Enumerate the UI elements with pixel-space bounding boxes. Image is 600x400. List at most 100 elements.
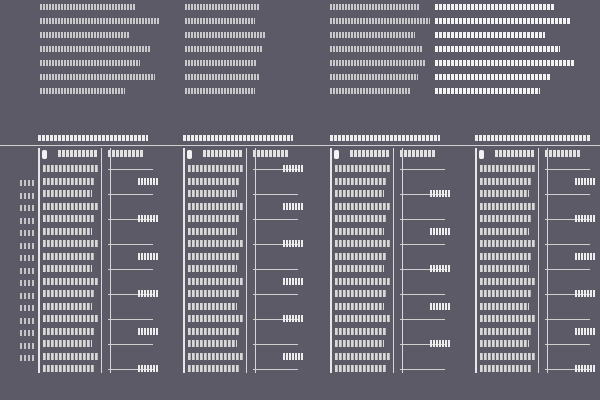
section-divider xyxy=(0,145,600,146)
row-value xyxy=(575,365,595,372)
top-text-line xyxy=(435,46,560,52)
row-label xyxy=(43,177,95,185)
row-tick xyxy=(253,269,298,270)
row-label xyxy=(480,215,532,222)
row-tick xyxy=(545,319,590,320)
row-label xyxy=(43,352,98,360)
column-header xyxy=(400,150,435,157)
header-handle[interactable] xyxy=(479,150,484,159)
row-value xyxy=(283,352,303,360)
row-value xyxy=(430,340,450,347)
row-label xyxy=(335,215,387,222)
row-tick xyxy=(253,194,298,195)
panel-header-text xyxy=(475,135,590,141)
top-text-line xyxy=(185,88,255,94)
row-label xyxy=(43,165,98,172)
panel-separator xyxy=(110,148,111,373)
row-label xyxy=(335,327,387,335)
row-label xyxy=(480,165,535,172)
row-label xyxy=(335,352,390,360)
top-text-line xyxy=(185,74,259,80)
row-label xyxy=(335,340,384,347)
row-tick xyxy=(108,319,153,320)
row-label xyxy=(480,277,535,285)
row-label xyxy=(188,302,237,310)
row-index xyxy=(20,180,34,186)
top-text-line xyxy=(330,88,410,94)
row-index xyxy=(20,255,34,261)
row-tick xyxy=(400,219,445,220)
row-label xyxy=(480,190,529,197)
row-tick xyxy=(253,369,298,370)
row-tick xyxy=(400,319,445,320)
row-label xyxy=(43,327,95,335)
top-text-line xyxy=(435,74,550,80)
panel-separator xyxy=(255,148,256,373)
row-label xyxy=(188,177,240,185)
row-tick xyxy=(545,344,590,345)
row-label xyxy=(188,215,240,222)
row-label xyxy=(480,302,529,310)
column-header xyxy=(108,150,143,157)
top-text-line xyxy=(185,46,263,52)
row-index xyxy=(20,230,34,236)
column-header xyxy=(350,150,390,157)
top-text-line xyxy=(330,18,430,24)
panel-separator xyxy=(402,148,403,373)
row-value xyxy=(430,302,450,310)
row-label xyxy=(335,365,387,372)
row-value xyxy=(283,202,303,210)
row-tick xyxy=(545,194,590,195)
row-index xyxy=(20,292,34,299)
top-text-line xyxy=(40,60,140,66)
top-text-line xyxy=(330,4,420,10)
row-label xyxy=(188,290,240,297)
panel-separator xyxy=(393,148,394,373)
panel-separator xyxy=(547,148,548,373)
row-value xyxy=(138,327,158,335)
top-text-line xyxy=(40,46,150,52)
header-handle[interactable] xyxy=(42,150,47,159)
row-label xyxy=(188,365,240,372)
row-tick xyxy=(253,294,298,295)
top-text-line xyxy=(435,88,540,94)
row-label xyxy=(335,277,390,285)
panel-separator xyxy=(183,148,185,373)
row-value xyxy=(575,252,595,260)
row-value xyxy=(138,365,158,372)
row-value xyxy=(138,177,158,185)
row-value xyxy=(138,215,158,222)
header-handle[interactable] xyxy=(187,150,192,159)
top-text-line xyxy=(185,18,255,24)
row-label xyxy=(480,352,535,360)
panel-header-text xyxy=(330,135,440,141)
top-text-line xyxy=(40,32,130,38)
row-value xyxy=(283,315,303,322)
row-label xyxy=(43,277,98,285)
panel-separator xyxy=(475,148,477,373)
row-label xyxy=(480,227,529,235)
row-tick xyxy=(400,244,445,245)
panel-separator xyxy=(246,148,247,373)
column-header xyxy=(545,150,580,157)
top-text-line xyxy=(40,88,125,94)
header-handle[interactable] xyxy=(334,150,339,159)
column-header xyxy=(495,150,535,157)
row-label xyxy=(43,227,92,235)
row-label xyxy=(335,252,387,260)
row-label xyxy=(188,315,243,322)
row-label xyxy=(480,365,532,372)
row-label xyxy=(480,240,535,247)
row-index xyxy=(20,192,34,199)
top-text-line xyxy=(330,32,415,38)
row-label xyxy=(188,227,237,235)
row-index xyxy=(20,217,34,224)
row-value xyxy=(575,327,595,335)
row-label xyxy=(43,202,98,210)
row-tick xyxy=(108,244,153,245)
panel-separator xyxy=(38,148,40,373)
row-index xyxy=(20,342,34,349)
top-text-line xyxy=(185,4,260,10)
row-index xyxy=(20,305,34,311)
top-text-line xyxy=(40,74,155,80)
